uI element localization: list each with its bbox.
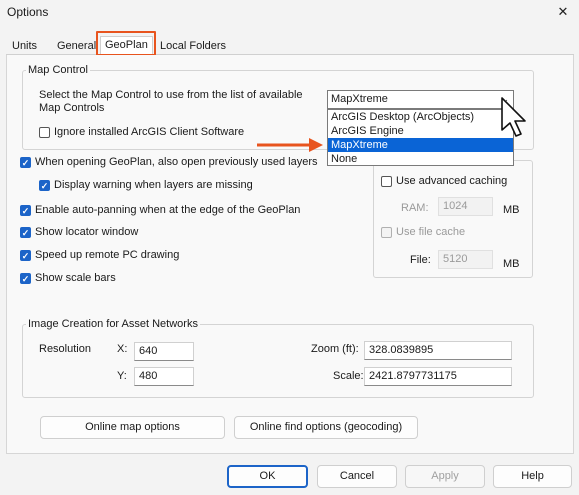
dialog-title: Options: [7, 5, 49, 19]
display-warning-label: Display warning when layers are missing: [54, 179, 253, 191]
help-button[interactable]: Help: [493, 465, 572, 488]
online-map-options-button[interactable]: Online map options: [40, 416, 225, 439]
resolution-label: Resolution: [39, 343, 91, 355]
map-control-select-value: MapXtreme: [331, 93, 388, 105]
zoom-input[interactable]: 328.0839895: [364, 341, 512, 360]
ok-button[interactable]: OK: [227, 465, 308, 488]
auto-pan-checkbox[interactable]: ✓: [20, 205, 31, 216]
ram-label: RAM:: [401, 202, 429, 214]
file-label: File:: [410, 254, 431, 266]
file-cache-label: Use file cache: [396, 226, 466, 238]
tab-local-folders[interactable]: Local Folders: [156, 38, 230, 54]
dropdown-option-none[interactable]: None: [328, 152, 513, 166]
ram-input[interactable]: 1024: [438, 197, 493, 216]
speed-up-label: Speed up remote PC drawing: [35, 249, 180, 261]
geoplan-tab-highlight: [96, 31, 156, 56]
tab-general[interactable]: General: [53, 38, 100, 54]
map-control-select[interactable]: MapXtreme ⌄: [327, 90, 514, 109]
dropdown-option-arcgis-engine[interactable]: ArcGIS Engine: [328, 124, 513, 138]
map-control-group-label: Map Control: [26, 64, 90, 76]
y-label: Y:: [117, 370, 127, 382]
image-creation-group: [22, 324, 534, 398]
auto-pan-label: Enable auto-panning when at the edge of …: [35, 204, 301, 216]
image-creation-group-label: Image Creation for Asset Networks: [26, 318, 200, 330]
speed-up-checkbox[interactable]: ✓: [20, 250, 31, 261]
dropdown-option-arcgis-desktop[interactable]: ArcGIS Desktop (ArcObjects): [328, 110, 513, 124]
zoom-label: Zoom (ft):: [311, 343, 359, 355]
locator-label: Show locator window: [35, 226, 139, 238]
tab-units[interactable]: Units: [8, 38, 41, 54]
x-resolution-input[interactable]: 640: [134, 342, 194, 361]
map-control-description: Select the Map Control to use from the l…: [39, 89, 303, 114]
scale-bars-checkbox[interactable]: ✓: [20, 273, 31, 284]
open-layers-label: When opening GeoPlan, also open previous…: [35, 156, 318, 168]
advanced-caching-label: Use advanced caching: [396, 175, 508, 187]
file-input[interactable]: 5120: [438, 250, 493, 269]
advanced-caching-checkbox[interactable]: [381, 176, 392, 187]
scale-bars-label: Show scale bars: [35, 272, 116, 284]
scale-input[interactable]: 2421.8797731175: [364, 367, 512, 386]
cancel-button[interactable]: Cancel: [317, 465, 397, 488]
y-resolution-input[interactable]: 480: [134, 367, 194, 386]
mouse-cursor-icon: [501, 97, 526, 137]
locator-checkbox[interactable]: ✓: [20, 227, 31, 238]
close-icon[interactable]: ✕: [553, 3, 573, 21]
annotation-arrow-icon: [257, 138, 323, 152]
dropdown-option-mapxtreme[interactable]: MapXtreme: [328, 138, 513, 152]
x-label: X:: [117, 343, 128, 355]
file-unit: MB: [503, 258, 520, 270]
map-control-dropdown: ArcGIS Desktop (ArcObjects) ArcGIS Engin…: [327, 109, 514, 166]
ram-unit: MB: [503, 204, 520, 216]
file-cache-checkbox[interactable]: [381, 227, 392, 238]
scale-label: Scale:: [333, 370, 364, 382]
online-find-options-button[interactable]: Online find options (geocoding): [234, 416, 418, 439]
open-layers-checkbox[interactable]: ✓: [20, 157, 31, 168]
ignore-arcgis-checkbox[interactable]: [39, 127, 50, 138]
apply-button[interactable]: Apply: [405, 465, 485, 488]
ignore-arcgis-label: Ignore installed ArcGIS Client Software: [54, 126, 245, 138]
display-warning-checkbox[interactable]: ✓: [39, 180, 50, 191]
